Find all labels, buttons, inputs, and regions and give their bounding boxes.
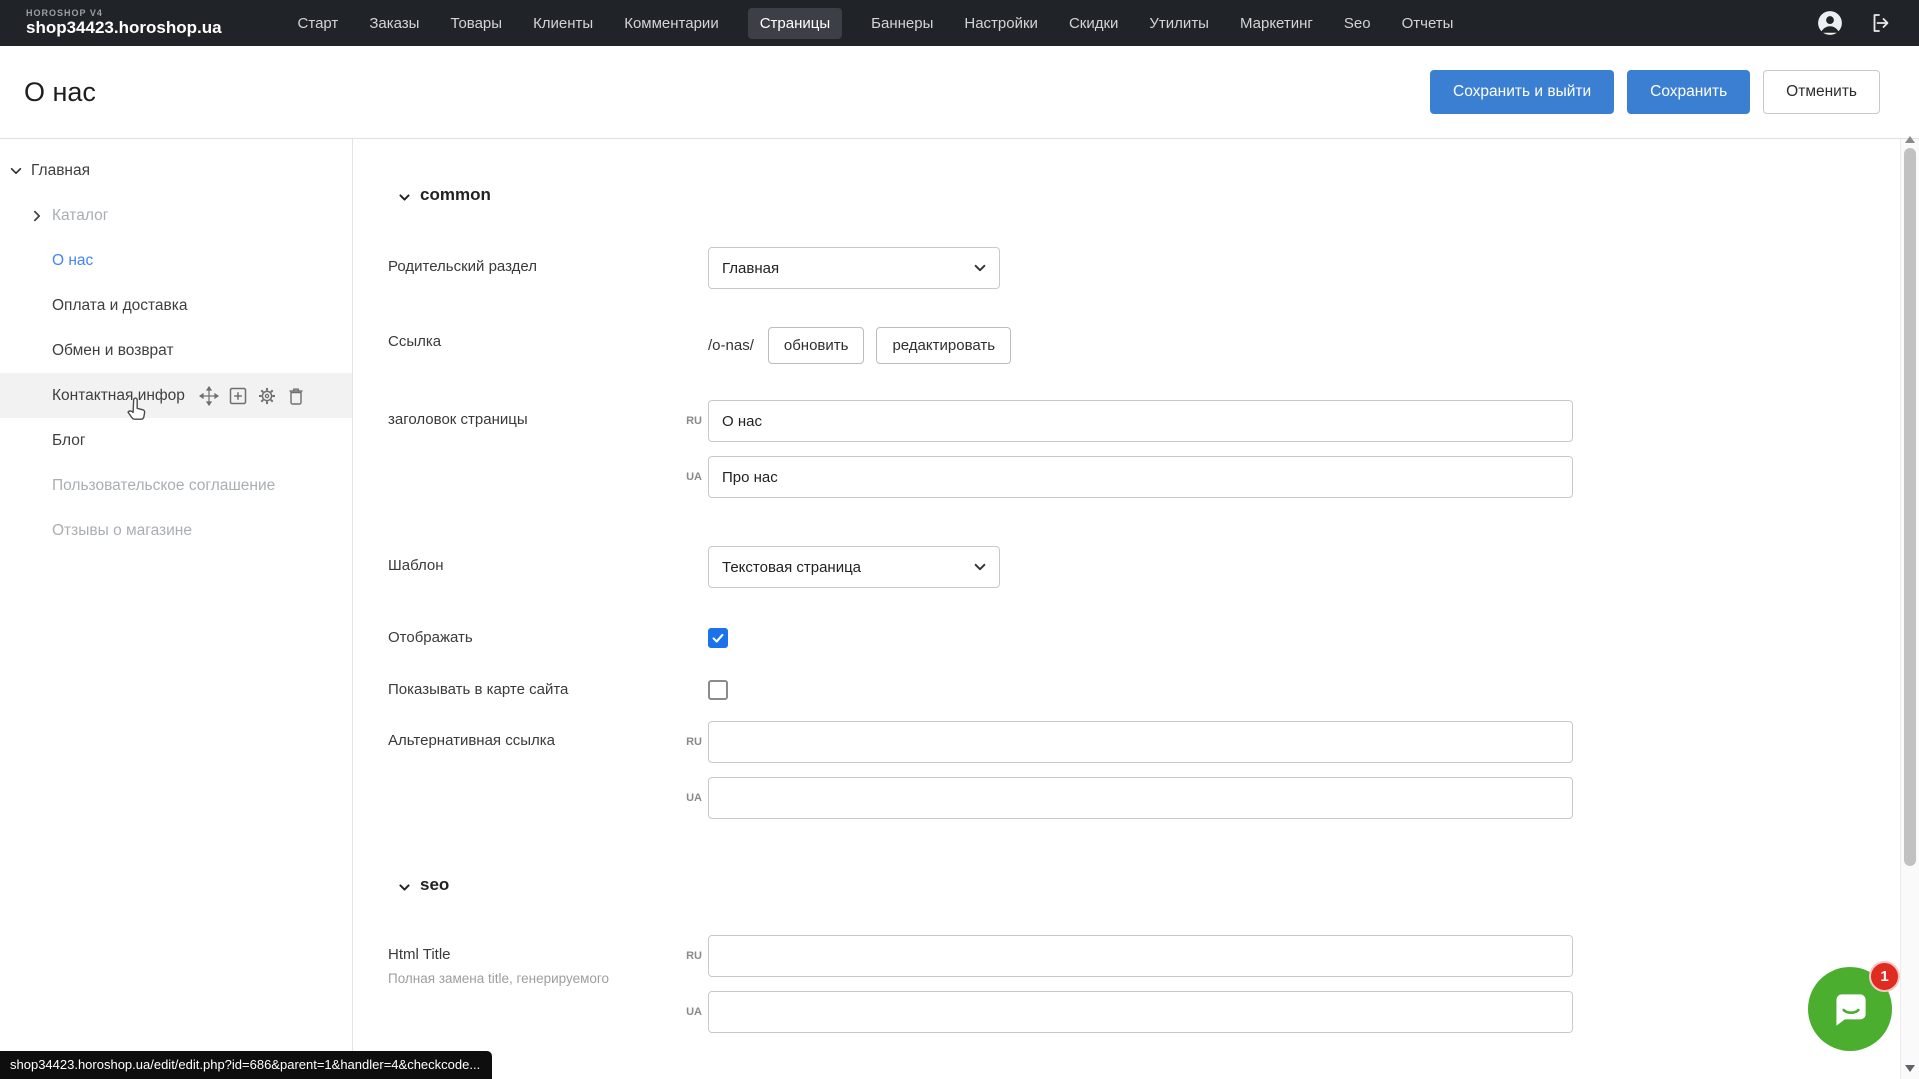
save-button[interactable]: Сохранить	[1627, 70, 1750, 114]
select-value: Главная	[722, 260, 779, 277]
html-title-ru-input[interactable]	[708, 935, 1573, 977]
link-refresh-button[interactable]: обновить	[768, 327, 865, 364]
display-checkbox[interactable]	[708, 628, 728, 648]
move-icon[interactable]	[199, 386, 219, 406]
menu-item-start[interactable]: Старт	[296, 8, 341, 39]
menu-item-orders[interactable]: Заказы	[367, 8, 421, 39]
chevron-right-icon[interactable]	[30, 209, 44, 223]
link-edit-button[interactable]: редактировать	[876, 327, 1011, 364]
select-value: Текстовая страница	[722, 559, 861, 576]
ua-badge: UA	[680, 1006, 702, 1018]
edit-form: common Родительский раздел Главная Ссылк…	[354, 139, 1880, 1079]
section-seo[interactable]: seo	[398, 875, 1880, 895]
page-heading-ua-input[interactable]	[708, 456, 1573, 498]
html-title-ua-input[interactable]	[708, 991, 1573, 1033]
scroll-down-arrow-icon[interactable]	[1905, 1065, 1915, 1072]
sidebar-item-home[interactable]: Главная	[0, 148, 352, 193]
sidebar-item-label: Пользовательское соглашение	[52, 477, 275, 495]
account-icon[interactable]	[1817, 10, 1843, 36]
sidebar-item-label: Оплата и доставка	[52, 297, 188, 315]
alt-link-ua-input[interactable]	[708, 777, 1573, 819]
sidebar-item-exchange-return[interactable]: Обмен и возврат	[0, 328, 352, 373]
sidebar-item-user-agreement[interactable]: Пользовательское соглашение	[0, 463, 352, 508]
template-select[interactable]: Текстовая страница	[708, 546, 1000, 588]
page-heading-label: заголовок страницы	[388, 400, 680, 428]
template-label: Шаблон	[388, 546, 680, 574]
page-heading-ru-input[interactable]	[708, 400, 1573, 442]
alt-link-ru-input[interactable]	[708, 721, 1573, 763]
topbar: HOROSHOP V4 shop34423.horoshop.ua Старт …	[0, 0, 1919, 46]
link-label: Ссылка	[388, 322, 680, 350]
sidebar-item-label: Контактная инфор	[52, 387, 185, 405]
scroll-up-arrow-icon[interactable]	[1905, 136, 1915, 143]
sidebar-item-label: Отзывы о магазине	[52, 522, 192, 540]
menu-item-banners[interactable]: Баннеры	[869, 8, 935, 39]
chat-unread-badge: 1	[1869, 961, 1900, 992]
page-title: О нас	[24, 77, 96, 108]
menu-item-marketing[interactable]: Маркетинг	[1238, 8, 1315, 39]
menu-item-reports[interactable]: Отчеты	[1400, 8, 1456, 39]
menu-item-products[interactable]: Товары	[448, 8, 504, 39]
menu-item-pages[interactable]: Страницы	[748, 8, 842, 39]
menu-item-seo[interactable]: Seo	[1342, 8, 1373, 39]
section-common[interactable]: common	[398, 185, 1880, 205]
parent-section-select[interactable]: Главная	[708, 247, 1000, 289]
menu-item-comments[interactable]: Комментарии	[622, 8, 720, 39]
add-icon[interactable]	[228, 386, 248, 406]
delete-trash-icon[interactable]	[286, 386, 306, 406]
chevron-down-icon	[973, 261, 987, 275]
menu-item-settings[interactable]: Настройки	[962, 8, 1040, 39]
html-title-label-text: Html Title	[388, 946, 680, 963]
sidebar-item-catalog[interactable]: Каталог	[0, 193, 352, 238]
html-title-label: Html Title Полная замена title, генериру…	[388, 935, 680, 988]
chevron-down-icon	[973, 560, 987, 574]
section-title: common	[420, 185, 491, 205]
sidebar-item-label: Главная	[31, 162, 90, 180]
vertical-scrollbar[interactable]	[1900, 139, 1919, 1079]
html-title-hint: Полная замена title, генерируемого	[388, 970, 648, 988]
main-menu: Старт Заказы Товары Клиенты Комментарии …	[296, 8, 1817, 39]
save-and-exit-button[interactable]: Сохранить и выйти	[1430, 70, 1614, 114]
chat-widget-button[interactable]: 1	[1808, 967, 1892, 1051]
menu-item-clients[interactable]: Клиенты	[531, 8, 595, 39]
sidebar-item-label: Каталог	[52, 207, 108, 225]
chevron-down-icon	[398, 189, 411, 202]
ru-badge: RU	[680, 736, 702, 748]
chevron-down-icon[interactable]	[9, 164, 23, 178]
sidebar-item-label: Обмен и возврат	[52, 342, 174, 360]
chevron-down-icon	[398, 879, 411, 892]
sitemap-label: Показывать в карте сайта	[388, 670, 680, 698]
section-title: seo	[420, 875, 449, 895]
ru-badge: RU	[680, 950, 702, 962]
settings-gear-icon[interactable]	[257, 386, 277, 406]
ua-badge: UA	[680, 792, 702, 804]
pages-tree-sidebar: Главная Каталог О нас Оплата и доставка …	[0, 139, 353, 1079]
sidebar-item-label: О нас	[52, 252, 93, 270]
logout-icon[interactable]	[1869, 11, 1893, 35]
sidebar-item-label: Блог	[52, 432, 86, 450]
scrollbar-thumb[interactable]	[1904, 148, 1916, 866]
sidebar-item-blog[interactable]: Блог	[0, 418, 352, 463]
ru-badge: RU	[680, 415, 702, 427]
sidebar-item-shop-reviews[interactable]: Отзывы о магазине	[0, 508, 352, 553]
parent-section-label: Родительский раздел	[388, 247, 680, 275]
sitemap-checkbox[interactable]	[708, 680, 728, 700]
sidebar-item-about[interactable]: О нас	[0, 238, 352, 283]
sidebar-item-contact-info[interactable]: Контактная инфор	[0, 373, 352, 418]
menu-item-discounts[interactable]: Скидки	[1067, 8, 1120, 39]
display-label: Отображать	[388, 618, 680, 646]
alt-link-label: Альтернативная ссылка	[388, 721, 680, 749]
page-header: О нас Сохранить и выйти Сохранить Отмени…	[0, 46, 1919, 139]
link-path: /o-nas/	[708, 337, 754, 354]
status-url-tooltip: shop34423.horoshop.ua/edit/edit.php?id=6…	[0, 1051, 492, 1079]
cancel-button[interactable]: Отменить	[1763, 70, 1880, 114]
brand-domain: shop34423.horoshop.ua	[26, 19, 222, 37]
brand[interactable]: HOROSHOP V4 shop34423.horoshop.ua	[26, 9, 222, 36]
ua-badge: UA	[680, 471, 702, 483]
hand-cursor-icon	[122, 395, 150, 423]
row-actions	[199, 386, 306, 406]
menu-item-utilities[interactable]: Утилиты	[1147, 8, 1211, 39]
sidebar-item-payment-delivery[interactable]: Оплата и доставка	[0, 283, 352, 328]
